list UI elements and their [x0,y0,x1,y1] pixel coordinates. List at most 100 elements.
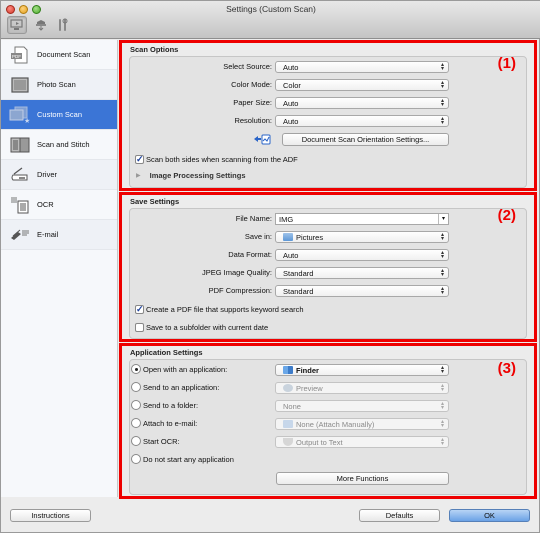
send-to-application-label: Send to an application: [143,382,220,392]
updown-arrows-icon: ▴ ▾ [440,116,444,126]
sidebar-item-driver[interactable]: Driver [1,160,117,190]
application-settings-title: Application Settings [130,348,203,357]
svg-text:PDF: PDF [12,54,21,59]
file-name-value[interactable]: IMG [279,215,293,224]
save-in-value: Pictures [296,232,324,242]
attach-to-email-radio[interactable]: Attach to e-mail: [131,418,197,428]
color-mode-label: Color Mode: [231,80,272,89]
updown-arrows-icon: ▴ ▾ [440,286,444,296]
updown-arrows-icon: ▴ ▾ [440,437,444,447]
more-functions-button[interactable]: More Functions [276,472,449,485]
updown-arrows-icon: ▴ ▾ [440,419,444,429]
sidebar-item-photo-scan[interactable]: Photo Scan [1,70,117,100]
combobox-dropdown-arrow-icon[interactable]: ▾ [438,214,448,224]
open-with-application-label: Open with an application: [143,364,228,374]
jpeg-quality-dropdown[interactable]: Standard ▴ ▾ [275,267,449,279]
general-settings-tab[interactable] [53,16,73,34]
start-ocr-radio[interactable]: Start OCR: [131,436,180,446]
sidebar-item-label: Photo Scan [37,80,76,89]
sidebar-item-label: OCR [37,200,54,209]
instructions-button[interactable]: Instructions [10,509,91,522]
stitch-icon [9,135,31,155]
radio-unselected-icon [131,436,141,446]
resolution-label: Resolution: [234,116,272,125]
sidebar-item-label: E-mail [37,230,59,239]
section-badge-2: (2) [497,207,516,224]
image-processing-disclosure[interactable]: ▶ Image Processing Settings [136,171,246,180]
color-mode-value: Color [283,80,301,90]
pdf-compression-label: PDF Compression: [208,286,272,295]
save-settings-section: Save Settings (2) File Name: IMG ▾ Save … [119,192,537,342]
send-to-folder-dropdown[interactable]: None ▴ ▾ [275,400,449,412]
attach-to-email-dropdown[interactable]: None (Attach Manually) ▴ ▾ [275,418,449,430]
save-settings-title: Save Settings [130,197,180,206]
photo-icon [9,75,31,95]
sidebar-item-document-scan[interactable]: PDF Document Scan [1,40,117,70]
preview-app-icon [283,384,293,392]
data-format-value: Auto [283,250,299,260]
resolution-dropdown[interactable]: Auto ▴ ▾ [275,115,449,127]
subfolder-date-label: Save to a subfolder with current date [146,323,269,332]
send-to-folder-radio[interactable]: Send to a folder: [131,400,198,410]
sidebar-item-label: Document Scan [37,50,91,59]
open-with-application-dropdown[interactable]: Finder ▴ ▾ [275,364,449,376]
application-settings-section: Application Settings (3) Open with an ap… [119,343,537,499]
section-badge-1: (1) [497,55,516,72]
document-scan-orientation-button[interactable]: Document Scan Orientation Settings... [282,133,449,146]
data-format-dropdown[interactable]: Auto ▴ ▾ [275,249,449,261]
send-to-application-value: Preview [296,383,323,393]
radio-unselected-icon [131,382,141,392]
computer-scan-icon [10,19,23,30]
defaults-button[interactable]: Defaults [359,509,440,522]
sidebar-item-scan-and-stitch[interactable]: Scan and Stitch [1,130,117,160]
select-source-value: Auto [283,62,299,72]
jpeg-quality-label: JPEG Image Quality: [201,268,272,277]
scan-both-sides-label: Scan both sides when scanning from the A… [146,155,298,164]
radio-unselected-icon [131,418,141,428]
email-icon [9,225,31,245]
file-name-combobox[interactable]: IMG ▾ [275,213,449,225]
title-bar: Settings (Custom Scan) [1,1,540,39]
ocr-shield-icon [283,438,293,446]
subfolder-date-checkbox[interactable]: Save to a subfolder with current date [135,323,268,332]
sidebar-item-custom-scan[interactable]: ★ Custom Scan [1,100,117,130]
sidebar-item-ocr[interactable]: OCR [1,190,117,220]
scan-from-panel-tab[interactable] [31,16,51,34]
updown-arrows-icon: ▴ ▾ [440,401,444,411]
scan-options-section: Scan Options (1) Select Source: Auto ▴ ▾ C… [119,40,537,191]
scan-from-computer-tab[interactable] [7,16,27,34]
send-to-folder-value: None [283,401,301,411]
pdf-compression-dropdown[interactable]: Standard ▴ ▾ [275,285,449,297]
tools-icon [59,18,68,31]
data-format-label: Data Format: [228,250,272,259]
updown-arrows-icon: ▴ ▾ [440,98,444,108]
finder-icon [283,366,293,374]
folder-icon [283,420,293,428]
driver-scanner-icon [9,165,31,185]
send-to-application-dropdown[interactable]: Preview ▴ ▾ [275,382,449,394]
color-mode-dropdown[interactable]: Color ▴ ▾ [275,79,449,91]
disclosure-triangle-icon: ▶ [136,173,141,179]
select-source-dropdown[interactable]: Auto ▴ ▾ [275,61,449,73]
settings-window: Settings (Custom Scan) PDF Document Scan… [0,0,540,533]
start-ocr-dropdown[interactable]: Output to Text ▴ ▾ [275,436,449,448]
keyword-search-checkbox[interactable]: ✓ Create a PDF file that supports keyword… [135,305,304,314]
scan-both-sides-checkbox[interactable]: ✓ Scan both sides when scanning from the … [135,155,298,164]
updown-arrows-icon: ▴ ▾ [440,268,444,278]
send-to-folder-label: Send to a folder: [143,400,199,410]
send-to-application-radio[interactable]: Send to an application: [131,382,219,392]
do-not-start-application-radio[interactable]: Do not start any application [131,454,234,464]
image-processing-label: Image Processing Settings [149,171,246,180]
open-with-application-radio[interactable]: Open with an application: [131,364,227,374]
updown-arrows-icon: ▴ ▾ [440,383,444,393]
paper-size-dropdown[interactable]: Auto ▴ ▾ [275,97,449,109]
ok-button[interactable]: OK [449,509,530,522]
sidebar-item-email[interactable]: E-mail [1,220,117,250]
window-title: Settings (Custom Scan) [226,4,316,14]
attach-to-email-label: Attach to e-mail: [143,418,198,428]
save-in-dropdown[interactable]: Pictures ▴ ▾ [275,231,449,243]
ocr-document-icon [9,195,31,215]
radio-unselected-icon [131,400,141,410]
jpeg-quality-value: Standard [283,268,314,278]
checkbox-unchecked-icon [135,323,144,332]
